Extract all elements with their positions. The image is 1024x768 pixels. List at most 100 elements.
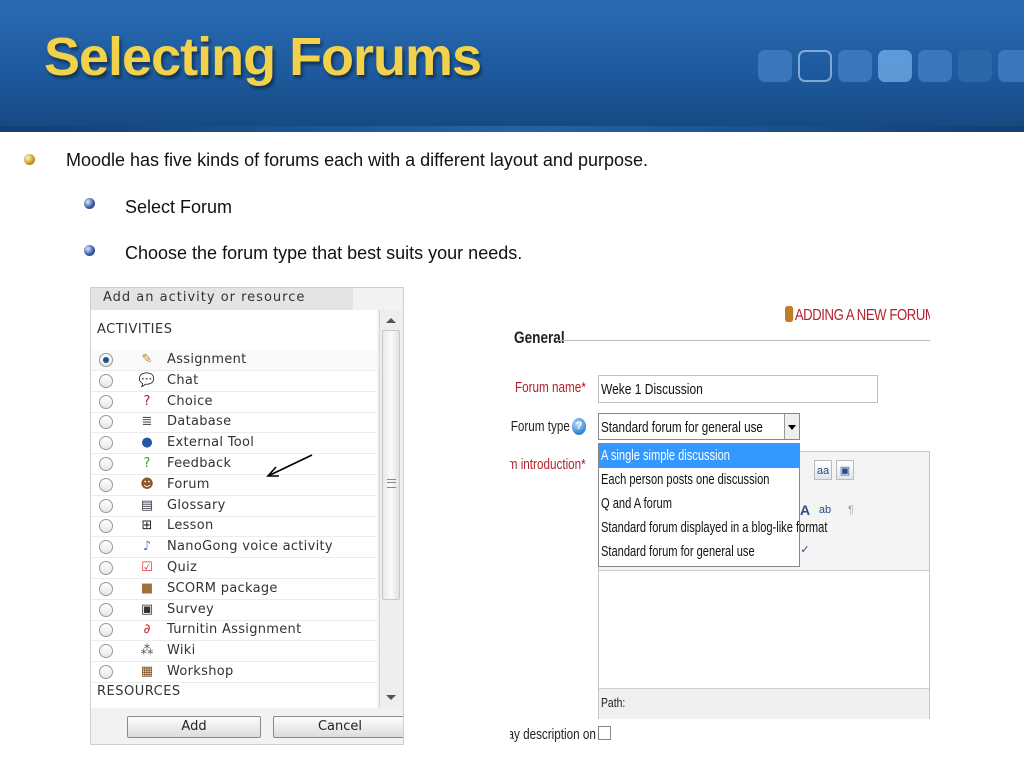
activity-item[interactable]: ? Feedback — [91, 454, 377, 475]
forum-type-label: Forum type — [510, 418, 570, 435]
activity-radio[interactable] — [99, 373, 113, 388]
database-icon: ≣ — [141, 414, 153, 430]
forum-name-label: Forum name* — [515, 379, 586, 396]
activity-radio[interactable] — [99, 519, 113, 534]
activity-list: ACTIVITIES ✎ Assignment 💬 Chat? Choice ≣ Datab… — [91, 310, 377, 708]
forum-type-option-label: Each person posts one discussion — [601, 471, 770, 488]
forum-type-option[interactable]: Each person posts one discussion — [599, 468, 799, 492]
slide-title: Selecting Forums — [44, 27, 482, 87]
add-button[interactable]: Add — [127, 716, 261, 738]
forum-name-input[interactable]: Weke 1 Discussion — [598, 375, 878, 403]
forum-type-selected-value: Standard forum for general use — [601, 419, 763, 436]
dropdown-arrow-icon[interactable] — [784, 414, 799, 439]
scrollbar-thumb[interactable] — [382, 330, 400, 600]
activity-item-label: Feedback — [167, 456, 232, 471]
activity-item[interactable]: ▦ Workshop — [91, 662, 377, 683]
activity-item-label: SCORM package — [167, 580, 278, 596]
activity-item-label: External Tool — [167, 435, 255, 451]
activity-item[interactable]: ∂ Turnitin Assignment — [91, 620, 377, 642]
activity-radio[interactable] — [99, 415, 113, 430]
scroll-up-arrow-icon[interactable] — [386, 318, 396, 323]
scroll-down-arrow-icon[interactable] — [386, 695, 396, 700]
find-replace-icon[interactable]: aa — [814, 460, 832, 480]
activity-item-label: Assignment — [167, 352, 247, 367]
activity-radio[interactable] — [99, 581, 113, 596]
page-heading-text: ADDING A NEW FORUM — [794, 307, 930, 324]
forum-type-option[interactable]: A single simple discussion — [599, 444, 799, 468]
activity-item[interactable]: ▣ Survey — [91, 600, 377, 621]
forum-type-dropdown-list[interactable]: A single simple discussion Each person po… — [598, 443, 827, 567]
activity-item-label: Chat — [167, 372, 199, 388]
activity-item[interactable]: ● External Tool — [91, 433, 377, 455]
legend-divider — [558, 340, 930, 341]
slide-header: Selecting Forums — [0, 0, 1024, 132]
activity-radio[interactable] — [99, 644, 113, 659]
annotation-arrow-icon — [266, 454, 313, 477]
activity-item-label: Lesson — [167, 518, 214, 534]
ltr-icon[interactable]: ¶ — [842, 500, 860, 520]
forum-type-option[interactable]: Standard forum for general use — [599, 540, 799, 564]
activity-radio[interactable] — [99, 561, 113, 575]
cancel-button[interactable]: Cancel — [273, 716, 403, 738]
choice-icon: ? — [143, 393, 151, 409]
turnitin-icon: ∂ — [143, 622, 151, 638]
forum-type-option-label: Q and A forum — [601, 495, 672, 512]
activity-item[interactable]: ⊞ Lesson — [91, 516, 377, 538]
forum-type-select[interactable]: Standard forum for general use — [598, 413, 800, 440]
activity-item[interactable]: ♪ NanoGong voice activity — [91, 537, 377, 559]
nanogong-icon: ♪ — [142, 539, 152, 555]
activity-item-label: Glossary — [167, 497, 226, 513]
activity-item[interactable]: ■ SCORM package — [91, 579, 377, 600]
lesson-icon: ⊞ — [141, 518, 153, 534]
activity-item[interactable]: ☻ Forum — [91, 475, 377, 496]
activity-item[interactable]: ≣ Database — [91, 412, 377, 434]
feedback-icon: ? — [143, 456, 151, 471]
workshop-icon: ▦ — [140, 664, 154, 679]
activity-radio[interactable] — [99, 436, 113, 451]
forum-type-option[interactable]: Q and A forum — [599, 492, 799, 516]
activity-item[interactable]: ⁂ Wiki — [91, 641, 377, 663]
activity-radio[interactable] — [99, 665, 113, 679]
activity-item-label: Forum — [167, 476, 210, 492]
activity-radio[interactable] — [99, 602, 113, 617]
help-icon[interactable]: ? — [572, 418, 586, 435]
activity-radio[interactable] — [99, 353, 113, 367]
forum-name-value: Weke 1 Discussion — [601, 381, 703, 398]
bullet-sub-2: Choose the forum type that best suits yo… — [125, 243, 523, 263]
bullet-sub-1: Select Forum — [125, 197, 233, 217]
activity-list-scrollbar[interactable] — [379, 310, 402, 708]
assignment-icon: ✎ — [141, 352, 153, 367]
general-section-legend: General — [514, 328, 565, 347]
activity-item[interactable]: ? Choice — [91, 392, 377, 413]
activity-radio[interactable] — [99, 457, 113, 471]
activity-item[interactable]: ☑ Quiz — [91, 558, 377, 579]
forum-icon: ☻ — [140, 476, 154, 492]
activity-item-label: Turnitin Assignment — [167, 622, 302, 638]
dialog-title: Add an activity or resource — [91, 288, 353, 311]
editor-text-area[interactable] — [599, 570, 929, 689]
bullet-dot-icon — [84, 245, 95, 256]
quiz-icon: ☑ — [141, 560, 153, 575]
activity-radio[interactable] — [99, 477, 113, 492]
resources-heading: RESOURCES — [97, 684, 181, 699]
forum-type-option-label: A single simple discussion — [601, 447, 730, 464]
forum-settings-form: ADDING A NEW FORUM General Forum name* W… — [510, 300, 930, 743]
activity-item[interactable]: ✎ Assignment — [91, 350, 377, 371]
survey-icon: ▣ — [140, 601, 154, 617]
activity-radio[interactable] — [99, 540, 113, 555]
activity-item[interactable]: ▤ Glossary — [91, 496, 377, 517]
activity-radio[interactable] — [99, 623, 113, 638]
activity-item-label: Workshop — [167, 664, 234, 679]
insert-icon[interactable]: ▣ — [836, 460, 854, 480]
chat-icon: 💬 — [138, 372, 156, 388]
activity-radio[interactable] — [99, 498, 113, 513]
forum-type-option[interactable]: Standard forum displayed in a blog-like … — [599, 516, 827, 540]
activity-item-label: NanoGong voice activity — [167, 539, 333, 555]
external-tool-icon: ● — [141, 435, 153, 451]
activity-radio[interactable] — [99, 394, 113, 409]
activity-item[interactable]: 💬 Chat — [91, 371, 377, 392]
activities-heading: ACTIVITIES — [97, 322, 173, 337]
activity-item-label: Choice — [167, 393, 213, 409]
activity-item-label: Survey — [167, 601, 215, 617]
display-description-checkbox[interactable] — [598, 726, 611, 740]
